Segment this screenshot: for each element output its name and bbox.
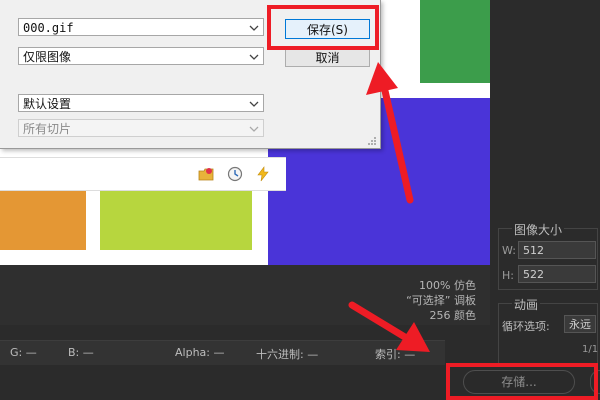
arrow-to-save-icon [366,62,414,204]
red-arrows-overlay [348,62,430,352]
arrow-to-store-icon [348,301,430,352]
